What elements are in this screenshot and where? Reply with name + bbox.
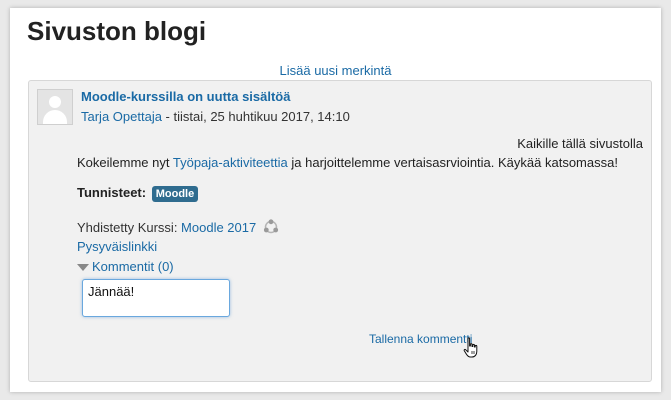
blog-post: Moodle-kurssilla on uutta sisältöä Tarja…: [28, 80, 652, 382]
course-link[interactable]: Moodle 2017: [181, 220, 256, 235]
save-comment-link[interactable]: Tallenna kommentti: [369, 332, 472, 346]
add-entry-link[interactable]: Lisää uusi merkintä: [10, 63, 661, 78]
post-body-line-1: Kaikille tällä sivustolla: [517, 136, 643, 151]
post-date: - tiistai, 25 huhtikuu 2017, 14:10: [161, 109, 350, 124]
comments-toggle[interactable]: Kommentit (0): [77, 259, 174, 274]
hand-pointer-icon: [463, 337, 481, 362]
linked-course: Yhdistetty Kurssi: Moodle 2017: [77, 219, 279, 238]
post-title-link[interactable]: Moodle-kurssilla on uutta sisältöä: [81, 89, 290, 104]
tag-badge[interactable]: Moodle: [151, 186, 199, 202]
blog-page: Sivuston blogi Lisää uusi merkintä Moodl…: [10, 8, 661, 392]
comments-toggle-label: Kommentit (0): [92, 259, 174, 274]
tags-label: Tunnisteet:: [77, 185, 147, 200]
post-meta: Tarja Opettaja - tiistai, 25 huhtikuu 20…: [81, 109, 350, 124]
post-body-line-2: Kokeilemme nyt Työpaja-aktiviteettia ja …: [77, 155, 618, 170]
user-avatar-icon[interactable]: [37, 89, 73, 125]
author-link[interactable]: Tarja Opettaja: [81, 109, 162, 124]
network-icon: [263, 219, 279, 238]
permalink-link[interactable]: Pysyväislinkki: [77, 239, 157, 254]
tags-row: Tunnisteet: Moodle: [77, 185, 199, 202]
triangle-down-icon: [77, 264, 89, 272]
course-label: Yhdistetty Kurssi:: [77, 219, 182, 235]
body-text-before: Kokeilemme nyt: [77, 155, 173, 170]
comment-textarea[interactable]: Jännää!: [82, 279, 230, 317]
workshop-activity-link[interactable]: Työpaja-aktiviteettia: [173, 155, 288, 170]
page-title: Sivuston blogi: [27, 16, 207, 46]
body-text-after: ja harjoittelemme vertaisasrviointia. Kä…: [287, 155, 618, 170]
